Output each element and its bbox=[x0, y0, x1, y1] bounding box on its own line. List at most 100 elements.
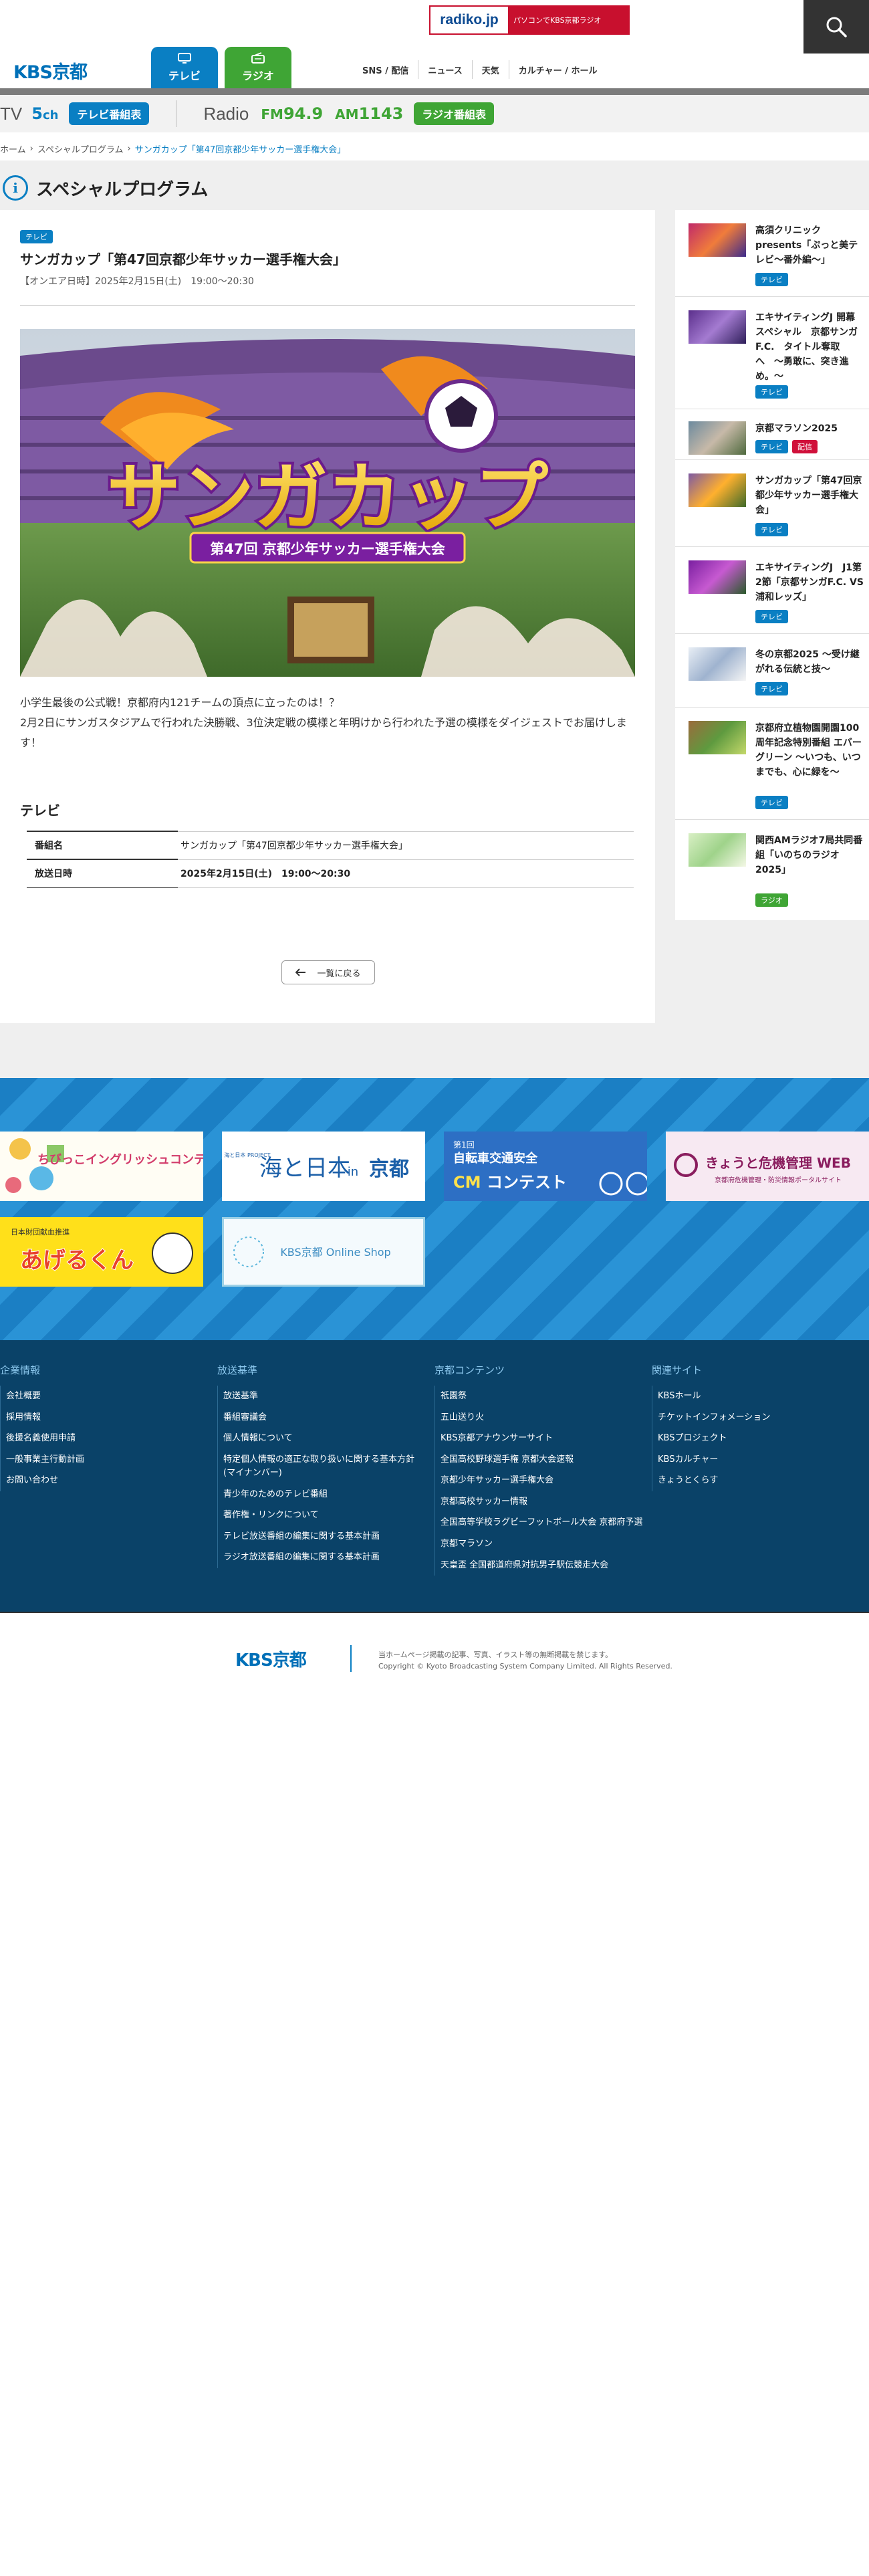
breadcrumb-home[interactable]: ホーム bbox=[0, 142, 26, 155]
article: テレビ サンガカップ「第47回京都少年サッカー選手権大会」 【オンエア日時】20… bbox=[0, 210, 655, 1023]
sidebar-item[interactable]: エキサイティングJ J1第2節「京都サンガF.C. VS 浦和レッズ」 テレビ bbox=[675, 547, 869, 634]
sidebar-item[interactable]: 京都マラソン2025 テレビ 配信 bbox=[675, 409, 869, 460]
breadcrumb-category[interactable]: スペシャルプログラム bbox=[37, 142, 124, 155]
tv-icon bbox=[178, 53, 191, 64]
sidebar-item[interactable]: 高須クリニック presents「ぷっと美テレビ〜番外編〜」 テレビ bbox=[675, 210, 869, 297]
category-tag: テレビ bbox=[755, 682, 788, 695]
radio-icon bbox=[251, 52, 265, 64]
banner-ageruku-image: 日本財団献血推進 あげるくん bbox=[0, 1217, 203, 1287]
description-line-1: 小学生最後の公式戦！京都府内121チームの頂点に立ったのは！？ bbox=[20, 696, 340, 709]
banner-bicycle-safety[interactable]: 第1回 自転車交通安全 CM コンテスト bbox=[444, 1132, 647, 1201]
sidebar-thumbnail bbox=[689, 560, 746, 594]
sidebar-title: 京都マラソン2025 bbox=[755, 423, 838, 434]
footer-link[interactable]: KBSホール bbox=[658, 1386, 852, 1407]
footer-link[interactable]: 祇園祭 bbox=[441, 1386, 647, 1407]
footer-link[interactable]: 天皇盃 全国都道府県対抗男子駅伝競走大会 bbox=[441, 1555, 647, 1576]
gnav-weather[interactable]: 天気 bbox=[471, 60, 509, 79]
tv-heading: テレビ bbox=[20, 802, 60, 819]
hero-image: サンガカップ 第47回 京都少年サッカー選手権大会 bbox=[20, 329, 635, 677]
svg-text:京都: 京都 bbox=[369, 1158, 409, 1181]
radio-schedule-button[interactable]: ラジオ番組表 bbox=[414, 102, 495, 125]
footer-link[interactable]: 京都高校サッカー情報 bbox=[441, 1491, 647, 1513]
banner-kikikanri-image: きょうと危機管理 WEB 京都府危機管理・防災情報ポータルサイト bbox=[666, 1132, 869, 1201]
banner-bicycle-safety-image: 第1回 自転車交通安全 CM コンテスト bbox=[444, 1132, 647, 1201]
gnav-culture[interactable]: カルチャー / ホール bbox=[508, 60, 607, 79]
svg-text:あげるくん: あげるくん bbox=[20, 1247, 134, 1274]
banner-kikikanri[interactable]: きょうと危機管理 WEB 京都府危機管理・防災情報ポータルサイト bbox=[666, 1132, 869, 1201]
sidebar-item[interactable]: サンガカップ「第47回京都少年サッカー選手権大会」 テレビ bbox=[675, 460, 869, 547]
footer-link[interactable]: KBSプロジェクト bbox=[658, 1428, 852, 1449]
svg-text:CM: CM bbox=[453, 1173, 481, 1192]
footer-link[interactable]: ラジオ放送番組の編集に関する基本計画 bbox=[223, 1547, 426, 1568]
sidebar-thumbnail bbox=[689, 223, 746, 257]
search-icon bbox=[826, 17, 847, 37]
footer-link[interactable]: 特定個人情報の適正な取り扱いに関する基本方針(マイナンバー) bbox=[223, 1449, 426, 1484]
sidebar-thumbnail bbox=[689, 721, 746, 754]
footer-link[interactable]: 青少年のためのテレビ番組 bbox=[223, 1484, 426, 1505]
footer-link[interactable]: 採用情報 bbox=[6, 1407, 194, 1428]
banner-english-contest[interactable]: ちびっこイングリッシュコンテスト bbox=[0, 1132, 203, 1201]
footer-link[interactable]: 番組審議会 bbox=[223, 1407, 426, 1428]
banner-english-contest-image: ちびっこイングリッシュコンテスト bbox=[0, 1132, 203, 1201]
sidebar-item[interactable]: エキサイティングJ 開幕スペシャル 京都サンガF.C. タイトル奪取へ 〜勇敢に… bbox=[675, 297, 869, 409]
banner-umi-to-nippon[interactable]: 海と日本 PROJECT 海と日本 in 京都 bbox=[222, 1132, 425, 1201]
back-to-list-button[interactable]: 一覧に戻る bbox=[281, 960, 375, 984]
footer-column-title: 放送基準 bbox=[217, 1364, 258, 1376]
sidebar-item[interactable]: 冬の京都2025 〜受け継がれる伝統と技〜 テレビ bbox=[675, 634, 869, 708]
footer-bottom: KBS京都 当ホームページ掲載の記事、写真、イラスト等の無断掲載を禁じます。 C… bbox=[0, 1612, 869, 1687]
footer-link[interactable]: 京都少年サッカー選手権大会 bbox=[441, 1470, 647, 1491]
breadcrumb-current: サンガカップ「第47回京都少年サッカー選手権大会」 bbox=[134, 144, 346, 155]
gnav-news[interactable]: ニュース bbox=[418, 60, 471, 79]
footer-link[interactable]: 全国高校野球選手権 京都大会速報 bbox=[441, 1449, 647, 1471]
radiko-banner[interactable]: radiko.jp パソコンでKBS京都ラジオ bbox=[429, 5, 630, 35]
tv-schedule-button[interactable]: テレビ番組表 bbox=[69, 102, 150, 125]
header-divider bbox=[0, 88, 869, 95]
gnav-sns[interactable]: SNS / 配信 bbox=[353, 60, 418, 79]
tab-radio[interactable]: ラジオ bbox=[225, 47, 291, 88]
footer-link[interactable]: テレビ放送番組の編集に関する基本計画 bbox=[223, 1526, 426, 1547]
banner-area: ちびっこイングリッシュコンテスト 海と日本 PROJECT 海と日本 in 京都… bbox=[0, 1078, 869, 1340]
article-description: 小学生最後の公式戦！京都府内121チームの頂点に立ったのは！？ 2月2日にサンガ… bbox=[20, 693, 635, 753]
footer-link[interactable]: 京都マラソン bbox=[441, 1533, 647, 1555]
hero-title: サンガカップ bbox=[107, 455, 548, 540]
footer-link[interactable]: お問い合わせ bbox=[6, 1470, 194, 1491]
footer-link[interactable]: 全国高等学校ラグビーフットボール大会 京都府予選 bbox=[441, 1512, 647, 1533]
footer-link[interactable]: 一般事業主行動計画 bbox=[6, 1449, 194, 1471]
svg-text:KBS京都 Online Shop: KBS京都 Online Shop bbox=[280, 1246, 390, 1259]
sidebar-title: 冬の京都2025 〜受け継がれる伝統と技〜 bbox=[755, 649, 860, 675]
footer-column-title: 関連サイト bbox=[652, 1364, 703, 1376]
footer-link[interactable]: KBSカルチャー bbox=[658, 1449, 852, 1471]
footer-link[interactable]: KBS京都アナウンサーサイト bbox=[441, 1428, 647, 1449]
sidebar-item[interactable]: 関西AMラジオ7局共同番組「いのちのラジオ2025」 ラジオ bbox=[675, 820, 869, 920]
site-logo[interactable]: KBS京都 bbox=[13, 58, 88, 84]
category-tag: テレビ bbox=[755, 273, 788, 286]
svg-text:in: in bbox=[348, 1165, 358, 1179]
footer-link[interactable]: チケットインフォメーション bbox=[658, 1407, 852, 1428]
sidebar: 高須クリニック presents「ぷっと美テレビ〜番外編〜」 テレビ エキサイテ… bbox=[675, 210, 869, 920]
footer-link[interactable]: 後援名義使用申請 bbox=[6, 1428, 194, 1449]
sidebar-item[interactable]: 京都府立植物園開園100周年記念特別番組 エバーグリーン 〜いつも、いつまでも、… bbox=[675, 708, 869, 820]
footer-link[interactable]: 著作権・リンクについて bbox=[223, 1505, 426, 1526]
banner-umi-to-nippon-image: 海と日本 PROJECT 海と日本 in 京都 bbox=[222, 1132, 425, 1201]
footer-link[interactable]: 会社概要 bbox=[6, 1386, 194, 1407]
table-value: 2025年2月15日(土) 19:00〜20:30 bbox=[178, 859, 634, 888]
section-title: スペシャルプログラム bbox=[36, 179, 209, 200]
banner-ageruku[interactable]: 日本財団献血推進 あげるくん bbox=[0, 1217, 203, 1287]
footer-link[interactable]: きょうとくらす bbox=[658, 1470, 852, 1491]
info-icon: i bbox=[3, 175, 28, 201]
tab-radio-label: ラジオ bbox=[242, 70, 274, 82]
sidebar-title: サンガカップ「第47回京都少年サッカー選手権大会」 bbox=[755, 475, 862, 516]
tab-tv[interactable]: テレビ bbox=[151, 47, 218, 88]
footer-link[interactable]: 五山送り火 bbox=[441, 1407, 647, 1428]
copyright-notice: 当ホームページ掲載の記事、写真、イラスト等の無断掲載を禁じます。 bbox=[378, 1650, 613, 1659]
air-date: 【オンエア日時】2025年2月15日(土) 19:00〜20:30 bbox=[20, 276, 254, 287]
footer-logo[interactable]: KBS京都 bbox=[235, 1646, 307, 1671]
svg-text:きょうと危機管理 WEB: きょうと危機管理 WEB bbox=[705, 1155, 851, 1171]
copyright-text: Copyright © Kyoto Broadcasting System Co… bbox=[378, 1662, 672, 1671]
footer-link[interactable]: 個人情報について bbox=[223, 1428, 426, 1449]
footer-link[interactable]: 放送基準 bbox=[223, 1386, 426, 1407]
hero-subtitle: 第47回 京都少年サッカー選手権大会 bbox=[210, 541, 445, 557]
global-nav: SNS / 配信 ニュース 天気 カルチャー / ホール bbox=[353, 60, 606, 79]
banner-online-shop[interactable]: KBS京都 Online Shop bbox=[222, 1217, 425, 1287]
search-button[interactable] bbox=[803, 0, 869, 53]
